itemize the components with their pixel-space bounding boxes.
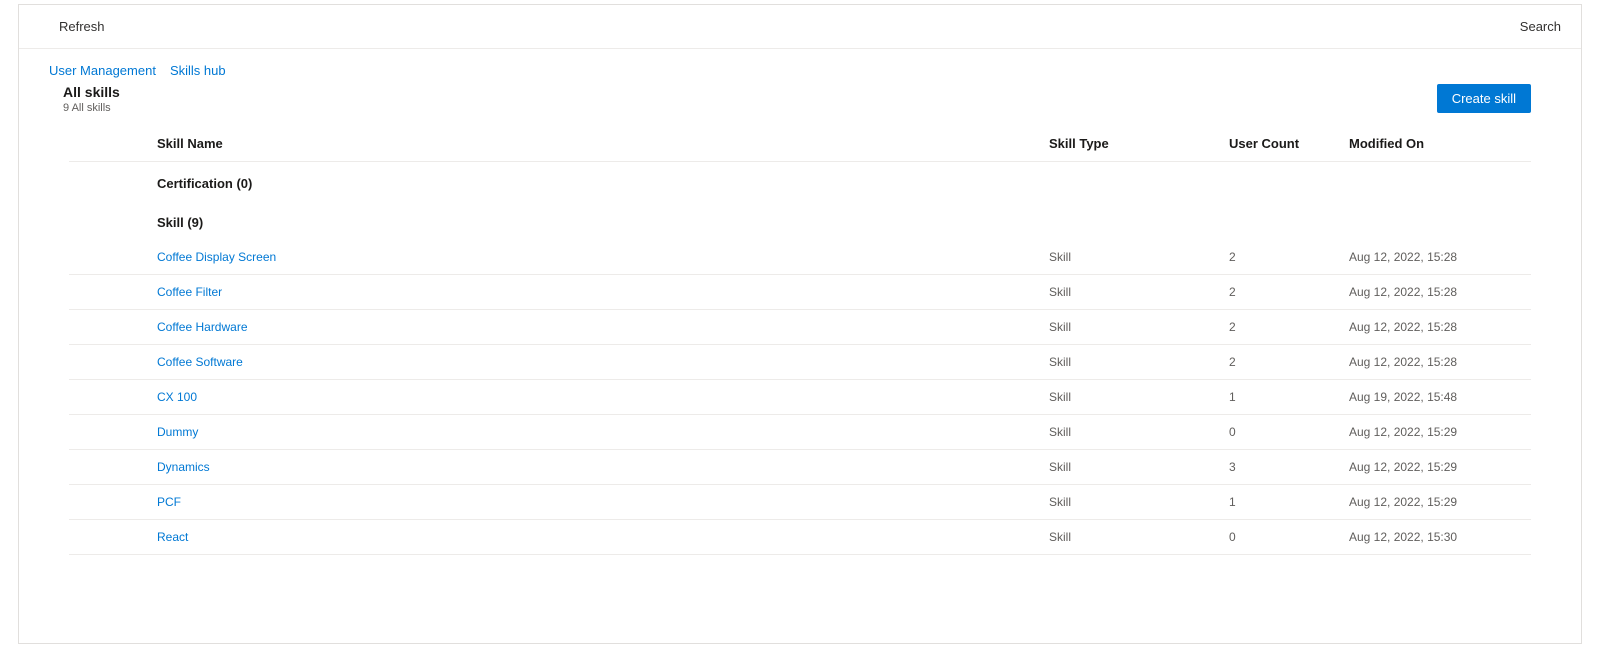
table-row[interactable]: CX 100Skill1Aug 19, 2022, 15:48 bbox=[69, 380, 1531, 415]
table-row[interactable]: ReactSkill0Aug 12, 2022, 15:30 bbox=[69, 520, 1531, 555]
skill-type-cell: Skill bbox=[1041, 240, 1221, 275]
group-label: Certification (0) bbox=[149, 162, 1531, 202]
skill-name-link[interactable]: React bbox=[149, 520, 1041, 555]
skill-type-cell: Skill bbox=[1041, 380, 1221, 415]
skill-type-cell: Skill bbox=[1041, 275, 1221, 310]
column-header-pad bbox=[69, 126, 149, 162]
page-header: All skills 9 All skills Create skill bbox=[19, 84, 1581, 126]
refresh-button[interactable]: Refresh bbox=[59, 19, 105, 34]
user-count-cell: 2 bbox=[1221, 345, 1341, 380]
skill-name-link[interactable]: CX 100 bbox=[149, 380, 1041, 415]
table-row[interactable]: Coffee HardwareSkill2Aug 12, 2022, 15:28 bbox=[69, 310, 1531, 345]
page-title: All skills bbox=[63, 84, 120, 100]
group-label: Skill (9) bbox=[149, 201, 1531, 240]
breadcrumb: User Management Skills hub bbox=[19, 49, 1581, 84]
user-count-cell: 0 bbox=[1221, 415, 1341, 450]
table-row[interactable]: Coffee SoftwareSkill2Aug 12, 2022, 15:28 bbox=[69, 345, 1531, 380]
breadcrumb-user-management[interactable]: User Management bbox=[49, 63, 156, 78]
skill-type-cell: Skill bbox=[1041, 450, 1221, 485]
table-row[interactable]: DummySkill0Aug 12, 2022, 15:29 bbox=[69, 415, 1531, 450]
table-row[interactable]: PCFSkill1Aug 12, 2022, 15:29 bbox=[69, 485, 1531, 520]
table-row[interactable]: DynamicsSkill3Aug 12, 2022, 15:29 bbox=[69, 450, 1531, 485]
modified-on-cell: Aug 12, 2022, 15:29 bbox=[1341, 415, 1531, 450]
skill-name-link[interactable]: Coffee Filter bbox=[149, 275, 1041, 310]
skill-type-cell: Skill bbox=[1041, 485, 1221, 520]
modified-on-cell: Aug 12, 2022, 15:28 bbox=[1341, 275, 1531, 310]
search-button[interactable]: Search bbox=[1520, 19, 1561, 34]
modified-on-cell: Aug 19, 2022, 15:48 bbox=[1341, 380, 1531, 415]
breadcrumb-skills-hub[interactable]: Skills hub bbox=[170, 63, 226, 78]
user-count-cell: 2 bbox=[1221, 310, 1341, 345]
skill-name-link[interactable]: Dummy bbox=[149, 415, 1041, 450]
skill-type-cell: Skill bbox=[1041, 415, 1221, 450]
user-count-cell: 0 bbox=[1221, 520, 1341, 555]
skills-table: Skill Name Skill Type User Count Modifie… bbox=[69, 126, 1531, 555]
skill-name-link[interactable]: Dynamics bbox=[149, 450, 1041, 485]
table-row[interactable]: Coffee FilterSkill2Aug 12, 2022, 15:28 bbox=[69, 275, 1531, 310]
page-subtitle: 9 All skills bbox=[63, 102, 120, 114]
skill-type-cell: Skill bbox=[1041, 345, 1221, 380]
create-skill-button[interactable]: Create skill bbox=[1437, 84, 1531, 113]
column-header-skill-type[interactable]: Skill Type bbox=[1041, 126, 1221, 162]
user-count-cell: 1 bbox=[1221, 380, 1341, 415]
column-header-modified-on[interactable]: Modified On bbox=[1341, 126, 1531, 162]
modified-on-cell: Aug 12, 2022, 15:28 bbox=[1341, 345, 1531, 380]
modified-on-cell: Aug 12, 2022, 15:29 bbox=[1341, 485, 1531, 520]
skill-name-link[interactable]: Coffee Hardware bbox=[149, 310, 1041, 345]
modified-on-cell: Aug 12, 2022, 15:29 bbox=[1341, 450, 1531, 485]
user-count-cell: 3 bbox=[1221, 450, 1341, 485]
column-header-skill-name[interactable]: Skill Name bbox=[149, 126, 1041, 162]
skill-name-link[interactable]: PCF bbox=[149, 485, 1041, 520]
group-header[interactable]: Skill (9) bbox=[69, 201, 1531, 240]
user-count-cell: 2 bbox=[1221, 240, 1341, 275]
modified-on-cell: Aug 12, 2022, 15:28 bbox=[1341, 310, 1531, 345]
modified-on-cell: Aug 12, 2022, 15:30 bbox=[1341, 520, 1531, 555]
group-header[interactable]: Certification (0) bbox=[69, 162, 1531, 202]
user-count-cell: 2 bbox=[1221, 275, 1341, 310]
skill-type-cell: Skill bbox=[1041, 520, 1221, 555]
user-count-cell: 1 bbox=[1221, 485, 1341, 520]
command-bar: Refresh Search bbox=[19, 5, 1581, 49]
modified-on-cell: Aug 12, 2022, 15:28 bbox=[1341, 240, 1531, 275]
skill-name-link[interactable]: Coffee Software bbox=[149, 345, 1041, 380]
column-header-user-count[interactable]: User Count bbox=[1221, 126, 1341, 162]
app-frame: Refresh Search User Management Skills hu… bbox=[18, 4, 1582, 644]
skill-type-cell: Skill bbox=[1041, 310, 1221, 345]
table-row[interactable]: Coffee Display ScreenSkill2Aug 12, 2022,… bbox=[69, 240, 1531, 275]
skill-name-link[interactable]: Coffee Display Screen bbox=[149, 240, 1041, 275]
